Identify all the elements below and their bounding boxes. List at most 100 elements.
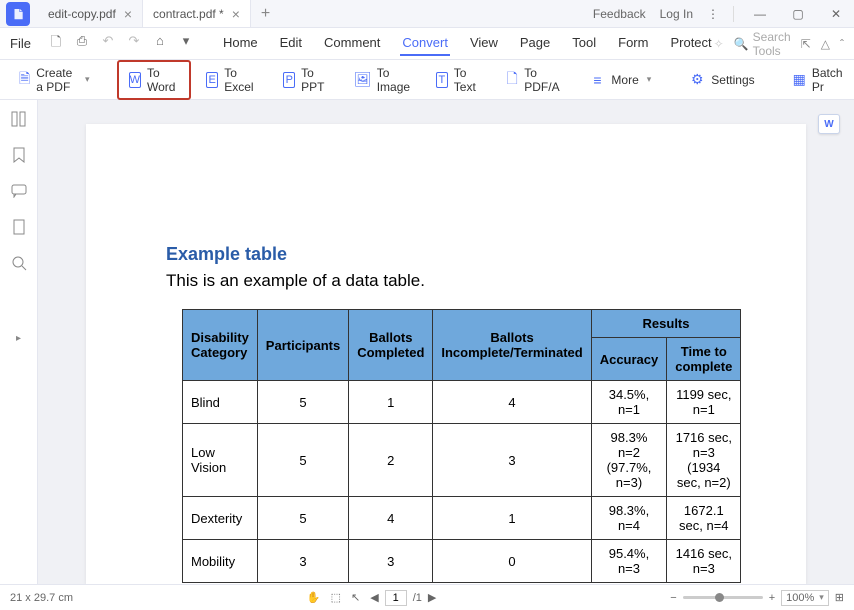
cursor-tool-icon[interactable]: ↖ xyxy=(351,591,360,604)
left-sidebar: ▸ xyxy=(0,100,38,584)
save-icon[interactable]: 🗋 xyxy=(47,33,65,55)
search-placeholder: Search Tools xyxy=(753,30,791,58)
main-area: ▸ W Example table This is an example of … xyxy=(0,100,854,584)
tab-comment[interactable]: Comment xyxy=(322,31,382,56)
tab-view[interactable]: View xyxy=(468,31,500,56)
image-icon: 🖼 xyxy=(355,72,371,88)
zoom-in-icon[interactable]: + xyxy=(769,592,775,604)
dropdown-icon[interactable]: ▾ xyxy=(177,33,195,55)
to-word-button[interactable]: W To Word xyxy=(117,60,191,100)
table-row: Dexterity 5 4 1 98.3%, n=4 1672.1 sec, n… xyxy=(183,497,741,540)
batch-icon: ▦ xyxy=(793,72,806,88)
close-icon[interactable]: × xyxy=(232,6,240,22)
kebab-icon[interactable]: ⋮ xyxy=(707,7,719,21)
file-menu[interactable]: File xyxy=(0,36,41,51)
hand-tool-icon[interactable]: ✋ xyxy=(307,591,321,604)
col-time: Time to complete xyxy=(667,338,741,381)
collapse-ribbon-icon[interactable]: ˆ xyxy=(840,37,844,51)
more-button[interactable]: ≡ More ▾ xyxy=(578,67,662,93)
maximize-button[interactable]: ▢ xyxy=(786,2,810,26)
excel-icon: E xyxy=(206,72,218,88)
more-icon: ≡ xyxy=(589,72,605,88)
close-icon[interactable]: × xyxy=(124,6,132,22)
zoom-slider[interactable] xyxy=(683,596,763,599)
bookmark-icon[interactable] xyxy=(10,146,28,164)
share-icon[interactable]: ⇱ xyxy=(801,37,811,51)
to-excel-button[interactable]: E To Excel xyxy=(195,61,268,99)
close-window-button[interactable]: ✕ xyxy=(824,2,848,26)
tab-home[interactable]: Home xyxy=(221,31,260,56)
next-page-icon[interactable]: ▶ xyxy=(428,591,436,604)
tab-contract[interactable]: contract.pdf * × xyxy=(143,0,251,27)
page-number-input[interactable] xyxy=(385,590,407,606)
doc-subtitle: This is an example of a data table. xyxy=(166,271,726,291)
zoom-controls: − + 100% ▾ ⊞ xyxy=(670,590,844,606)
search-panel-icon[interactable] xyxy=(10,254,28,272)
tab-page[interactable]: Page xyxy=(518,31,552,56)
quick-print-icon[interactable]: ⌂ xyxy=(151,33,169,55)
menu-tabs: Home Edit Comment Convert View Page Tool… xyxy=(221,31,714,56)
cloud-icon[interactable]: △ xyxy=(821,37,830,51)
tab-edit[interactable]: Edit xyxy=(278,31,304,56)
add-tab-button[interactable]: + xyxy=(251,5,280,23)
to-image-button[interactable]: 🖼 To Image xyxy=(344,61,421,99)
col-disability: Disability Category xyxy=(183,310,258,381)
page-navigation: ◀ /1 ▶ xyxy=(370,590,436,606)
to-ppt-button[interactable]: P To PPT xyxy=(272,61,339,99)
statusbar: 21 x 29.7 cm ✋ ⬚ ↖ ◀ /1 ▶ − + 100% ▾ ⊞ xyxy=(0,584,854,610)
col-incomplete: Ballots Incomplete/Terminated xyxy=(433,310,591,381)
zoom-out-icon[interactable]: − xyxy=(670,592,676,604)
create-pdf-button[interactable]: 🗎 Create a PDF ▾ xyxy=(8,61,101,99)
prev-page-icon[interactable]: ◀ xyxy=(370,591,378,604)
print-icon[interactable]: ⎙ xyxy=(73,33,91,55)
batch-process-button[interactable]: ▦ Batch Pr xyxy=(782,61,854,99)
feedback-link[interactable]: Feedback xyxy=(593,7,646,21)
login-link[interactable]: Log In xyxy=(660,7,693,21)
page-dimensions: 21 x 29.7 cm xyxy=(10,592,73,604)
titlebar: edit-copy.pdf × contract.pdf * × + Feedb… xyxy=(0,0,854,28)
chevron-down-icon: ▾ xyxy=(85,74,90,85)
gear-icon: ⚙ xyxy=(689,72,705,88)
document-viewport[interactable]: W Example table This is an example of a … xyxy=(38,100,854,584)
select-tool-icon[interactable]: ⬚ xyxy=(331,591,341,604)
comment-icon[interactable] xyxy=(10,182,28,200)
pdf-page: Example table This is an example of a da… xyxy=(86,124,806,584)
col-accuracy: Accuracy xyxy=(591,338,667,381)
undo-icon[interactable]: ↶ xyxy=(99,33,117,55)
attachment-icon[interactable] xyxy=(10,218,28,236)
settings-button[interactable]: ⚙ Settings xyxy=(678,67,765,93)
ppt-icon: P xyxy=(283,72,295,88)
fit-page-icon[interactable]: ⊞ xyxy=(835,591,844,604)
tab-label: edit-copy.pdf xyxy=(48,7,116,21)
chevron-down-icon: ▾ xyxy=(647,74,652,85)
collapse-sidebar-icon[interactable]: ▸ xyxy=(16,333,21,344)
minimize-button[interactable]: — xyxy=(748,2,772,26)
tab-form[interactable]: Form xyxy=(616,31,650,56)
search-tools[interactable]: 🔍 Search Tools xyxy=(734,30,791,58)
text-icon: T xyxy=(436,72,448,88)
col-results: Results xyxy=(591,310,741,338)
col-participants: Participants xyxy=(257,310,348,381)
chevron-down-icon: ▾ xyxy=(819,592,824,603)
to-text-button[interactable]: T To Text xyxy=(425,61,491,99)
data-table: Disability Category Participants Ballots… xyxy=(182,309,741,583)
sparkle-icon[interactable]: ✧ xyxy=(714,37,724,51)
col-completed: Ballots Completed xyxy=(349,310,433,381)
convert-toolbar: 🗎 Create a PDF ▾ W To Word E To Excel P … xyxy=(0,60,854,100)
word-export-badge[interactable]: W xyxy=(818,114,840,134)
thumbnails-icon[interactable] xyxy=(10,110,28,128)
tab-edit-copy[interactable]: edit-copy.pdf × xyxy=(38,0,143,27)
menubar: File 🗋 ⎙ ↶ ↷ ⌂ ▾ Home Edit Comment Conve… xyxy=(0,28,854,60)
table-row: Low Vision 5 2 3 98.3% n=2 (97.7%, n=3) … xyxy=(183,424,741,497)
redo-icon[interactable]: ↷ xyxy=(125,33,143,55)
tab-protect[interactable]: Protect xyxy=(668,31,713,56)
pdfa-icon: 🗋 xyxy=(506,72,518,88)
word-icon: W xyxy=(129,72,141,88)
tab-convert[interactable]: Convert xyxy=(400,31,450,56)
tab-tool[interactable]: Tool xyxy=(570,31,598,56)
to-pdfa-button[interactable]: 🗋 To PDF/A xyxy=(495,61,574,99)
doc-title: Example table xyxy=(166,244,726,265)
tab-label: contract.pdf * xyxy=(153,7,224,21)
search-icon: 🔍 xyxy=(734,37,749,51)
zoom-select[interactable]: 100% ▾ xyxy=(781,590,829,606)
